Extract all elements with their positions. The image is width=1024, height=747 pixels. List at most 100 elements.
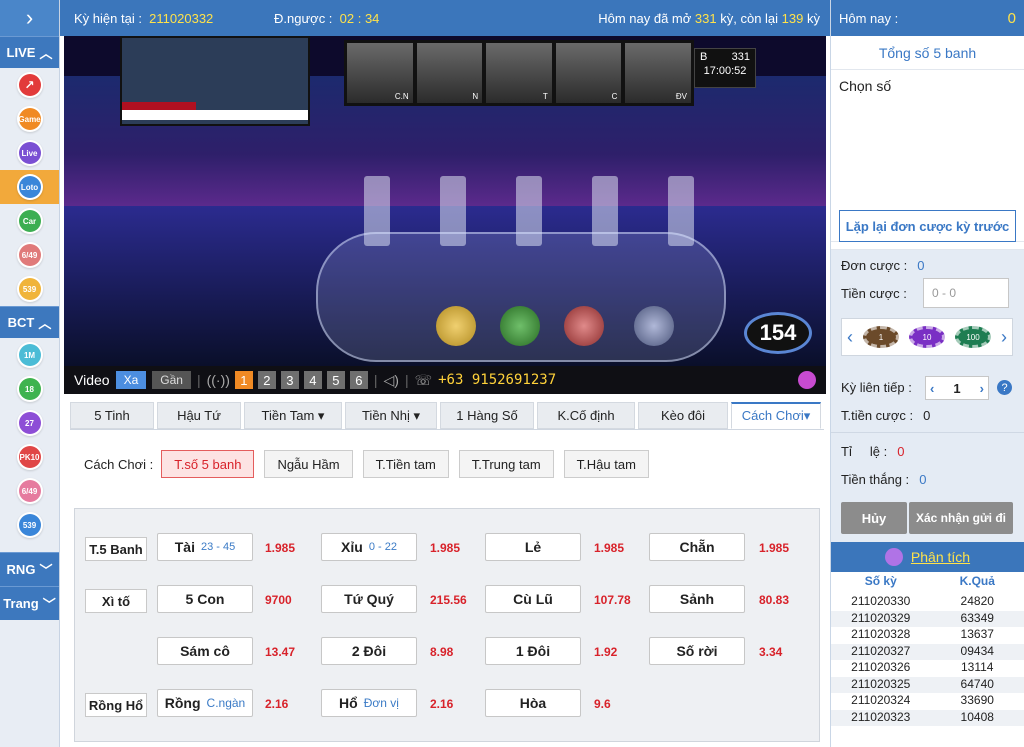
mode-ngau-ham[interactable]: Ngẫu Hầm <box>264 450 353 478</box>
decrement-icon[interactable]: ‹ <box>930 381 934 396</box>
camera-2-button[interactable]: 2 <box>257 371 276 389</box>
confirm-submit-button[interactable]: Xác nhận gửi đi <box>909 502 1013 534</box>
view-near-button[interactable]: Gần <box>152 371 191 389</box>
bet-xiu-button[interactable]: Xỉu 0 - 22 <box>321 533 417 561</box>
slot-cn: C.N <box>347 43 413 103</box>
odd-value: 3.34 <box>759 645 783 659</box>
table-row: 211020330 24820 <box>831 594 1024 611</box>
odd-value: 13.47 <box>265 645 296 659</box>
repeat-last-bet-button[interactable]: Lặp lại đơn cược kỳ trước <box>839 210 1016 242</box>
bet-so-roi-button[interactable]: Số rời <box>649 637 745 665</box>
camera-5-button[interactable]: 5 <box>326 371 345 389</box>
chip-1[interactable]: 1 <box>863 326 899 348</box>
table-row: 211020326 13114 <box>831 660 1024 677</box>
section-rng[interactable]: RNG ﹀ <box>0 552 59 586</box>
left-sidebar: › LIVE ︿ ↗ Game Live Loto Car 6/49 539 BC… <box>0 0 60 747</box>
bet-type-tabs: 5 Tinh Hậu Tứ Tiền Tam ▾ Tiền Nhị ▾ 1 Hà… <box>70 402 824 430</box>
bet-rong-button[interactable]: Rồng C.ngàn <box>157 689 253 717</box>
section-live[interactable]: LIVE ︿ <box>0 36 59 68</box>
chevron-up-icon: ︿ <box>38 316 52 331</box>
chevron-right-icon[interactable]: › <box>1001 327 1007 348</box>
help-icon[interactable]: ? <box>997 380 1012 395</box>
trend-game-icon[interactable]: ↗ <box>0 68 59 102</box>
chip-10[interactable]: 10 <box>909 326 945 348</box>
stake-input[interactable]: 0 - 0 <box>923 278 1009 308</box>
table-row: 211020325 64740 <box>831 676 1024 693</box>
odd-value: 9700 <box>265 593 292 607</box>
bet-form: Đơn cược :0 Tiền cược : 0 - 0 ‹ 1 10 100… <box>831 250 1024 542</box>
camera-6-button[interactable]: 6 <box>349 371 368 389</box>
tab-k-co-dinh[interactable]: K.Cố định <box>537 402 635 429</box>
potential-win: Tiền thắng :0 <box>841 472 927 487</box>
chevron-left-icon[interactable]: ‹ <box>847 327 853 348</box>
camera-4-button[interactable]: 4 <box>303 371 322 389</box>
bct-27-icon[interactable]: 27 <box>0 406 59 440</box>
camera-3-button[interactable]: 3 <box>280 371 299 389</box>
bct-pk10-icon[interactable]: PK10 <box>0 440 59 474</box>
increment-icon[interactable]: › <box>980 381 984 396</box>
analysis-link[interactable]: Phân tích <box>911 549 970 565</box>
ball-cluster <box>436 306 476 346</box>
top-status-bar: Kỳ hiện tại : 211020332 Đ.ngược : 02 : 3… <box>60 0 830 36</box>
bet-chan-button[interactable]: Chẵn <box>649 533 745 561</box>
bet-1-doi-button[interactable]: 1 Đôi <box>485 637 581 665</box>
bct-539-icon[interactable]: 539 <box>0 508 59 542</box>
section-bct[interactable]: BCT ︿ <box>0 306 59 338</box>
result-slots: C.N N T C ĐV <box>344 40 694 106</box>
bet-tu-quy-button[interactable]: Tứ Quý <box>321 585 417 613</box>
bet-sam-co-button[interactable]: Sám cô <box>157 637 253 665</box>
slot-c: C <box>555 43 622 103</box>
bet-sanh-button[interactable]: Sảnh <box>649 585 745 613</box>
odd-value: 1.985 <box>265 541 296 555</box>
wifi-icon[interactable]: ((·)) <box>207 372 230 388</box>
news-tv-screen <box>120 36 310 126</box>
bet-count: Đơn cược :0 <box>841 258 925 273</box>
consecutive-periods-stepper[interactable]: ‹ 1 › <box>925 376 989 400</box>
game-icon[interactable]: Game <box>0 102 59 136</box>
car-icon[interactable]: Car <box>0 204 59 238</box>
live-icon[interactable]: Live <box>0 136 59 170</box>
loto-icon[interactable]: Loto <box>0 170 59 204</box>
bet-tai-button[interactable]: Tài 23 - 45 <box>157 533 253 561</box>
period-cell: 211020327 <box>851 643 911 658</box>
tab-tien-nhi[interactable]: Tiền Nhị ▾ <box>345 402 437 429</box>
bet-2-doi-button[interactable]: 2 Đôi <box>321 637 417 665</box>
sidebar-toggle-chevron-right-icon[interactable]: › <box>0 0 59 36</box>
camera-1-button[interactable]: 1 <box>234 371 253 389</box>
lotto-649-icon[interactable]: 6/49 <box>0 238 59 272</box>
tab-1-hang-so[interactable]: 1 Hàng Số <box>440 402 534 429</box>
countdown: Đ.ngược : 02 : 34 <box>274 10 380 26</box>
chevron-up-icon: ︿ <box>39 46 53 61</box>
slot-n: N <box>416 43 483 103</box>
row-label: Rồng Hổ <box>85 693 147 717</box>
mode-total-5-balls[interactable]: T.số 5 banh <box>161 450 255 478</box>
bct-18-icon[interactable]: 18 <box>0 372 59 406</box>
tab-5-tinh[interactable]: 5 Tinh <box>70 402 154 429</box>
chip-100[interactable]: 100 <box>955 326 991 348</box>
mode-tien-tam[interactable]: T.Tiền tam <box>362 450 449 478</box>
lotto-539-icon[interactable]: 539 <box>0 272 59 306</box>
bet-5-con-button[interactable]: 5 Con <box>157 585 253 613</box>
mode-trung-tam[interactable]: T.Trung tam <box>458 450 554 478</box>
live-video[interactable]: C.N N T C ĐV B 331 17:00:52 154 <box>64 36 826 366</box>
bet-cu-lu-button[interactable]: Cù Lũ <box>485 585 581 613</box>
tab-cach-choi[interactable]: Cách Chơi▾ <box>731 402 821 429</box>
tab-tien-tam[interactable]: Tiền Tam ▾ <box>244 402 342 429</box>
slot-dv: ĐV <box>625 43 691 103</box>
tab-keo-doi[interactable]: Kèo đôi <box>638 402 728 429</box>
bet-le-button[interactable]: Lẻ <box>485 533 581 561</box>
stats-icon[interactable] <box>798 371 816 389</box>
view-far-button[interactable]: Xa <box>115 371 147 389</box>
odd-value: 1.985 <box>430 541 461 555</box>
video-controls: Video Xa Gần | ((·)) 1 2 3 4 5 6 | ◁) | … <box>64 366 826 394</box>
mode-hau-tam[interactable]: T.Hậu tam <box>563 450 649 478</box>
odd-value: 80.83 <box>759 593 790 607</box>
section-trang[interactable]: Trang ﹀ <box>0 586 59 620</box>
tab-hau-tu[interactable]: Hậu Tứ <box>157 402 241 429</box>
bct-1m-icon[interactable]: 1M <box>0 338 59 372</box>
volume-icon[interactable]: ◁) <box>384 372 399 389</box>
bet-ho-button[interactable]: Hổ Đơn vị <box>321 689 417 717</box>
cancel-button[interactable]: Hủy <box>841 502 907 534</box>
bet-hoa-button[interactable]: Hòa <box>485 689 581 717</box>
bct-649-icon[interactable]: 6/49 <box>0 474 59 508</box>
